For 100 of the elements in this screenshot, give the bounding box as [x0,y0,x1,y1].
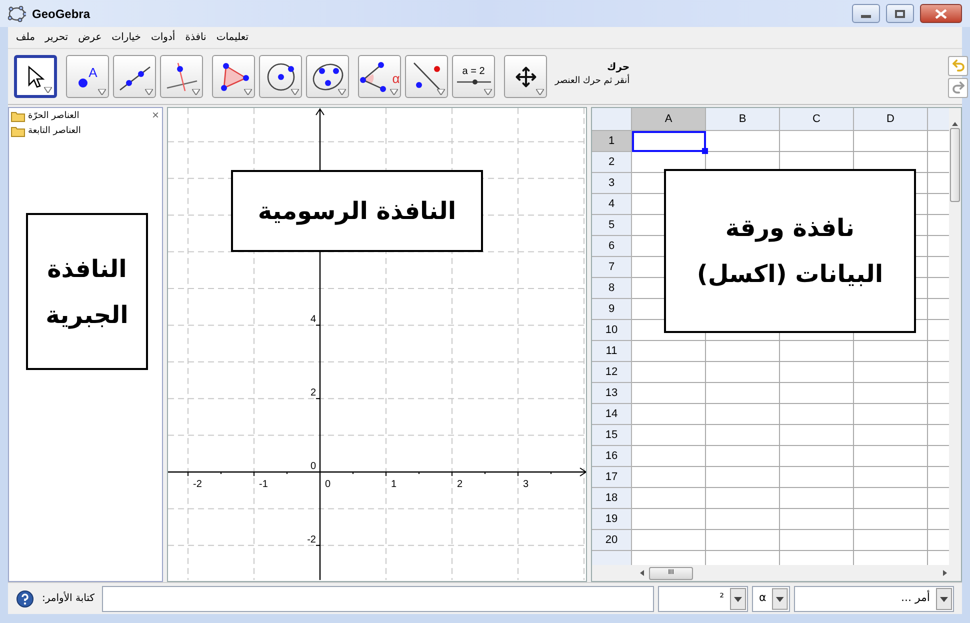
scroll-up-icon[interactable] [952,122,958,126]
row-header[interactable]: 19 [592,509,632,530]
scroll-right-icon[interactable] [943,570,947,576]
axis-label: 2 [310,388,316,399]
close-view-button[interactable]: × [152,109,159,121]
callout-text: النافذة الرسومية [258,196,456,227]
callout-text: الجبرية [46,300,128,331]
four-way-arrow-icon [514,66,536,88]
point-label: A [88,66,98,78]
point-icon [78,78,88,88]
column-header[interactable]: A [632,108,706,131]
tool-button[interactable]: A [66,55,109,98]
symbol-dropdown[interactable]: ² [658,586,748,612]
folder-icon[interactable] [11,126,25,137]
row-header[interactable]: 15 [592,425,632,446]
row-header[interactable]: 1 [592,131,632,152]
slider-icon [456,78,490,86]
row-header[interactable]: 18 [592,488,632,509]
dropdown-triangle-icon [244,89,252,95]
command-dropdown[interactable]: أمر ... [794,586,954,612]
column-header[interactable]: B [706,108,780,131]
tool-button[interactable] [405,55,448,98]
axis-label: -2 [193,479,202,490]
tool-button[interactable]: α [358,55,401,98]
dropdown-triangle-icon [390,89,398,95]
axis-label: 0 [325,479,331,490]
dropdown-triangle-icon [44,87,52,93]
tree-item[interactable]: العناصر التابعة [28,124,81,138]
minimize-button[interactable] [852,4,880,23]
close-icon[interactable] [935,8,947,18]
column-header[interactable]: C [780,108,854,131]
folder-icon[interactable] [11,111,25,122]
help-icon[interactable] [16,590,34,608]
row-header[interactable]: 4 [592,194,632,215]
dropdown-triangle-icon [338,89,346,95]
menu-item[interactable]: تحرير [45,30,68,45]
row-header[interactable]: 8 [592,278,632,299]
menu-item[interactable]: تعليمات [216,30,249,45]
menu-item[interactable]: خيارات [112,30,141,45]
tool-button[interactable] [14,55,57,98]
scroll-left-icon[interactable] [640,570,644,576]
callout-text: البيانات (اكسل) [696,259,884,290]
circle-icon [264,60,296,92]
selected-cell[interactable] [632,131,706,152]
dropdown-triangle-icon [98,89,106,95]
column-header[interactable]: D [854,108,928,131]
axis-label: 4 [310,314,316,326]
row-header[interactable]: 9 [592,299,632,320]
input-field[interactable] [102,586,654,612]
row-header[interactable]: 16 [592,446,632,467]
scroll-thumb[interactable] [950,128,960,202]
tool-button[interactable] [259,55,302,98]
row-header[interactable]: 14 [592,404,632,425]
row-header[interactable]: 5 [592,215,632,236]
header-corner [592,108,632,131]
menu-item[interactable]: نافذة [185,30,206,45]
axis-label: 2 [457,479,463,490]
tool-name: حرك [607,61,630,74]
tool-button[interactable] [306,55,349,98]
axis-label: -2 [307,534,316,546]
perpendicular-line-icon [166,62,198,92]
row-header[interactable]: 2 [592,152,632,173]
row-header[interactable]: 10 [592,320,632,341]
axis-label: 0 [310,461,316,472]
menu-item[interactable]: أدوات [150,30,176,45]
greek-letter-dropdown[interactable]: α [752,586,790,612]
row-header[interactable]: 12 [592,362,632,383]
axis-label: 3 [523,479,529,490]
row-header[interactable]: 20 [592,530,632,551]
app-logo-icon [8,6,26,22]
row-header[interactable]: 13 [592,383,632,404]
dropdown-triangle-icon [536,89,544,95]
axis-label: 1 [391,479,397,490]
maximize-button[interactable] [886,4,914,23]
dropdown-triangle-icon [484,89,492,95]
row-header[interactable]: 11 [592,341,632,362]
tool-button[interactable]: a = 2 [452,55,495,98]
slider-label: a = 2 [462,67,485,77]
row-header[interactable]: 7 [592,257,632,278]
tree-item[interactable]: العناصر الحرّة [28,110,80,124]
row-header[interactable]: 6 [592,236,632,257]
fill-handle[interactable] [702,148,708,154]
dropdown-triangle-icon [291,89,299,95]
menu-item[interactable]: ملف [16,30,36,45]
tool-button[interactable] [113,55,156,98]
input-label: كتابة الأوامر: [42,591,94,606]
row-header[interactable]: 17 [592,467,632,488]
window-title: GeoGebra [32,6,90,22]
tool-button[interactable] [212,55,255,98]
callout-text: النافذة [47,254,127,284]
angle-label: α [392,72,400,84]
tool-button[interactable] [504,55,547,98]
close-button[interactable] [920,4,962,23]
vertical-scrollbar[interactable] [949,108,961,565]
row-header[interactable]: 3 [592,173,632,194]
dropdown-triangle-icon [192,89,200,95]
pointer-icon [26,64,46,88]
ellipse-icon [310,62,344,92]
axis-label: -1 [259,479,268,490]
menu-item[interactable]: عرض [78,30,102,45]
